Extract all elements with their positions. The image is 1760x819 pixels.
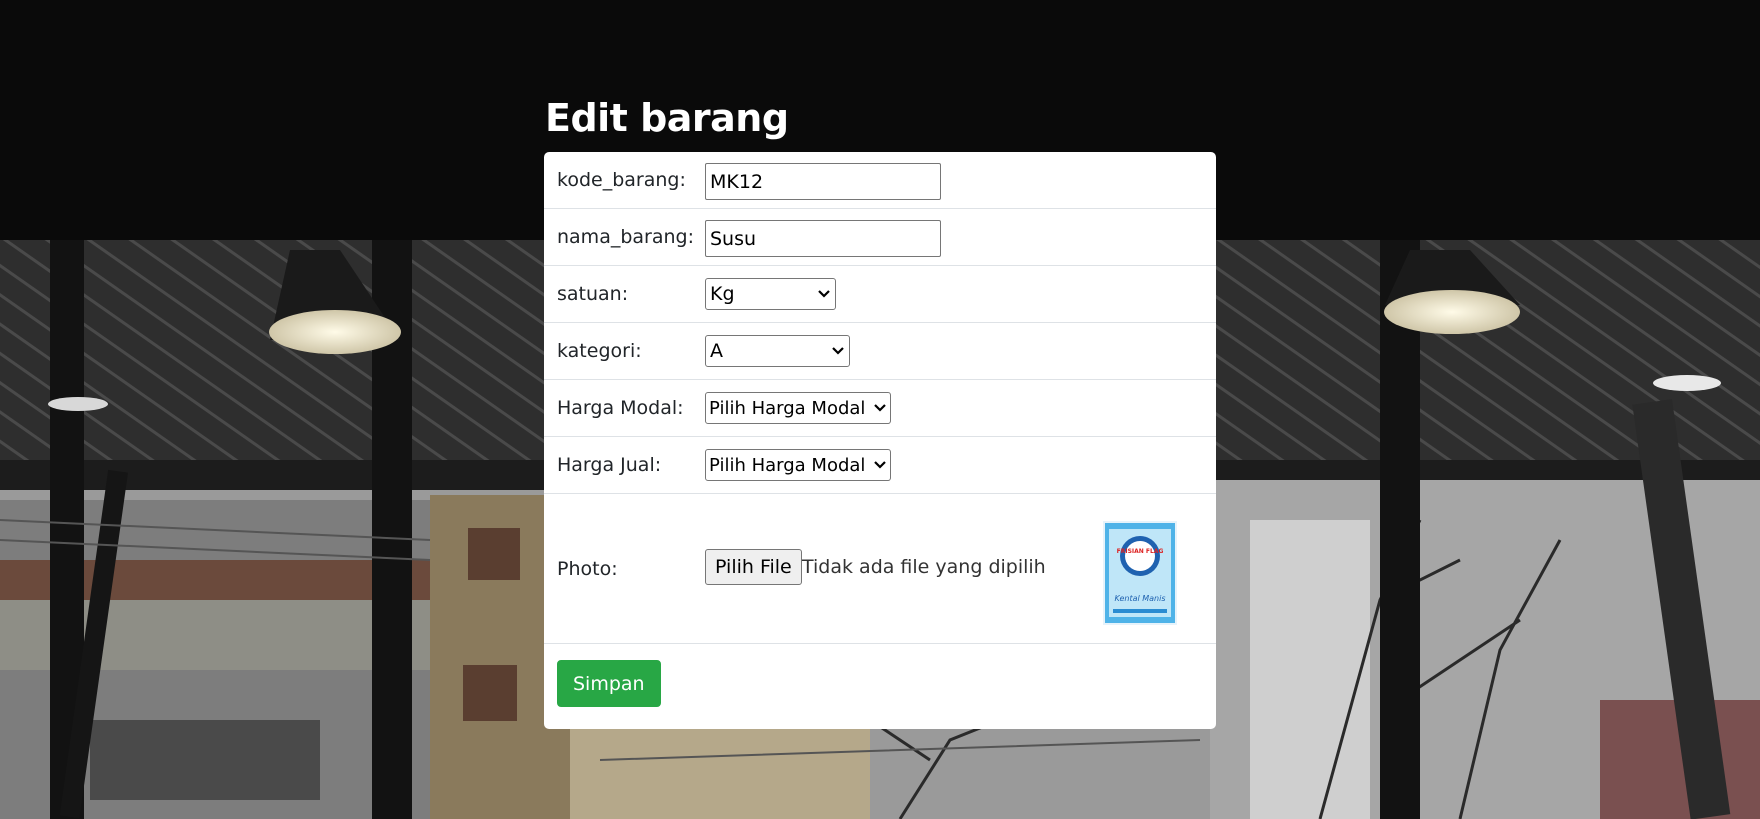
kategori-label: kategori: xyxy=(557,340,642,362)
form-row-satuan: satuan: Kg xyxy=(544,266,1216,323)
satuan-selected-value: Kg xyxy=(710,283,735,305)
form-row-kode-barang: kode_barang: xyxy=(544,152,1216,209)
harga-jual-label: Harga Jual: xyxy=(557,454,662,476)
harga-jual-select[interactable]: Pilih Harga Modal xyxy=(705,449,891,481)
page-title: Edit barang xyxy=(545,96,789,140)
edit-item-form: kode_barang: nama_barang: satuan: Kg kat… xyxy=(544,152,1216,729)
chevron-down-icon xyxy=(832,347,844,355)
thumbnail-brand-text: FRISIAN FLAG xyxy=(1117,548,1164,555)
form-row-nama-barang: nama_barang: xyxy=(544,209,1216,266)
kode-barang-input[interactable] xyxy=(705,163,941,200)
chevron-down-icon xyxy=(874,404,886,412)
form-row-photo: Photo: Pilih File Tidak ada file yang di… xyxy=(544,494,1216,644)
chevron-down-icon xyxy=(818,290,830,298)
form-row-harga-modal: Harga Modal: Pilih Harga Modal xyxy=(544,380,1216,437)
nama-barang-label: nama_barang: xyxy=(557,226,694,248)
harga-modal-select[interactable]: Pilih Harga Modal xyxy=(705,392,891,424)
form-row-harga-jual: Harga Jual: Pilih Harga Modal xyxy=(544,437,1216,494)
thumbnail-product-text: Kental Manis xyxy=(1114,594,1165,603)
harga-modal-label: Harga Modal: xyxy=(557,397,684,419)
form-row-kategori: kategori: A xyxy=(544,323,1216,380)
choose-file-button[interactable]: Pilih File xyxy=(705,549,802,585)
satuan-label: satuan: xyxy=(557,283,629,305)
file-status-text: Tidak ada file yang dipilih xyxy=(802,556,1046,578)
chevron-down-icon xyxy=(874,461,886,469)
harga-jual-selected-value: Pilih Harga Modal xyxy=(709,454,866,476)
form-row-actions: Simpan xyxy=(544,644,1216,719)
nama-barang-input[interactable] xyxy=(705,220,941,257)
kode-barang-label: kode_barang: xyxy=(557,169,686,191)
photo-label: Photo: xyxy=(557,557,618,580)
harga-modal-selected-value: Pilih Harga Modal xyxy=(709,397,866,419)
save-button[interactable]: Simpan xyxy=(557,660,661,707)
satuan-select[interactable]: Kg xyxy=(705,278,836,310)
kategori-selected-value: A xyxy=(710,340,723,362)
kategori-select[interactable]: A xyxy=(705,335,850,367)
milk-product-image: FRISIAN FLAG Kental Manis xyxy=(1103,521,1177,625)
